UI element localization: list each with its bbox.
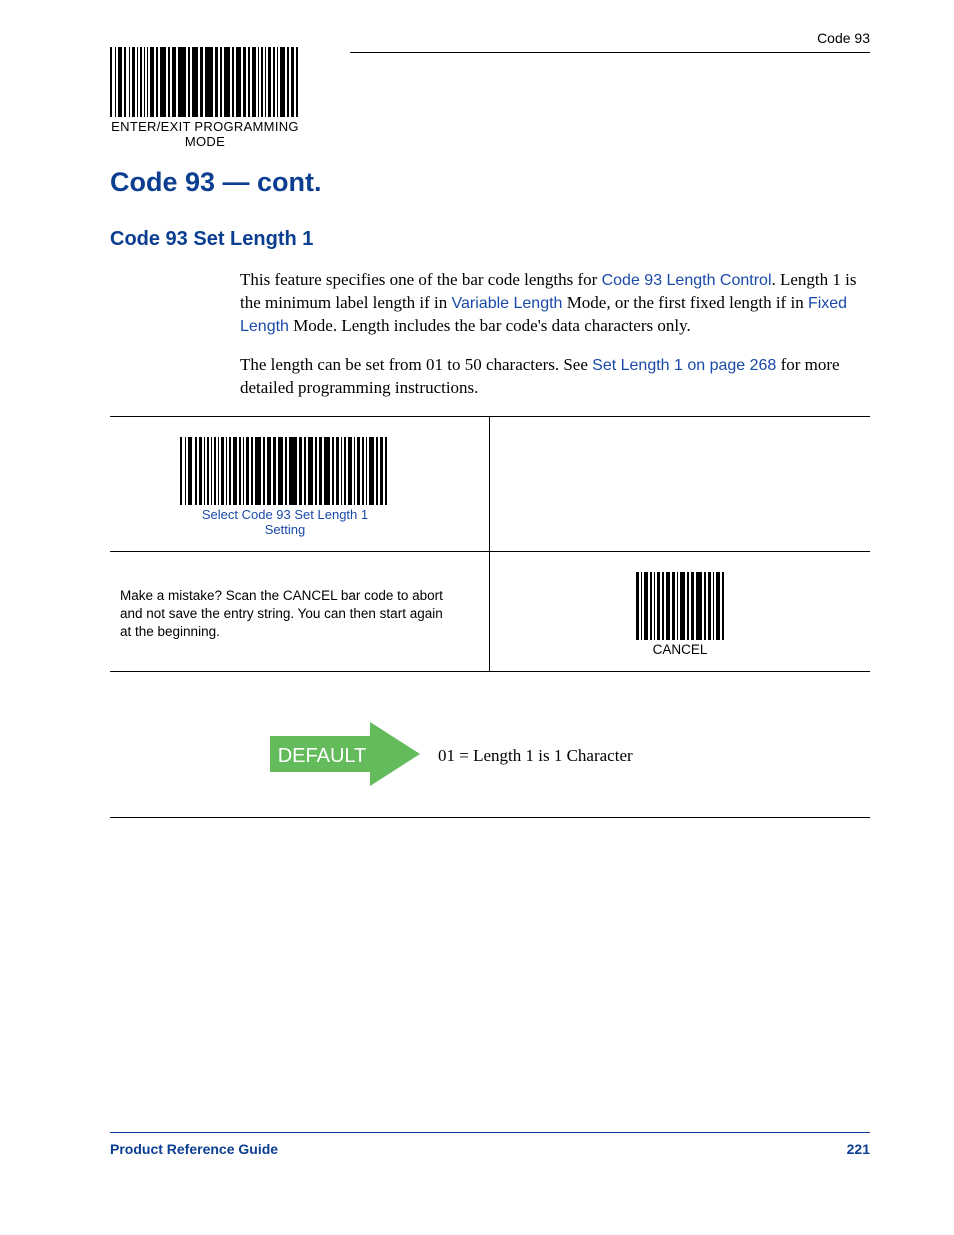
paragraph-1: This feature specifies one of the bar co… (240, 269, 870, 338)
paragraph-2: The length can be set from 01 to 50 char… (240, 354, 870, 400)
enter-exit-barcode-block: ENTER/EXIT PROGRAMMING MODE (110, 47, 300, 149)
barcode-icon (636, 572, 724, 640)
text: Mode. Length includes the bar code's dat… (289, 316, 691, 335)
text: This feature specifies one of the bar co… (240, 270, 602, 289)
enter-exit-label: ENTER/EXIT PROGRAMMING MODE (110, 119, 300, 149)
text: Mode, or the first fixed length if in (562, 293, 808, 312)
default-arrow-icon: DEFAULT (270, 722, 420, 791)
footer-left: Product Reference Guide (110, 1141, 278, 1157)
section-title: Code 93 Set Length 1 (110, 228, 870, 251)
link-variable-length[interactable]: Variable Length (452, 295, 563, 312)
default-row: DEFAULT 01 = Length 1 is 1 Character (110, 700, 870, 818)
text: The length can be set from 01 to 50 char… (240, 355, 592, 374)
barcode-icon (110, 47, 300, 117)
barcode-icon (180, 437, 390, 505)
header-rule (350, 52, 870, 53)
programming-table: Select Code 93 Set Length 1 Setting Make… (110, 416, 870, 672)
link-code93-length-control[interactable]: Code 93 Length Control (602, 272, 772, 289)
cancel-label: CANCEL (636, 642, 724, 657)
page-title: Code 93 — cont. (110, 167, 870, 198)
select-barcode-caption: Select Code 93 Set Length 1 Setting (180, 507, 390, 537)
link-set-length-1[interactable]: Set Length 1 on page 268 (592, 357, 776, 374)
default-badge-text: DEFAULT (278, 745, 367, 767)
page-footer: Product Reference Guide 221 (110, 1132, 870, 1157)
running-head: Code 93 (110, 30, 870, 46)
footer-page-number: 221 (847, 1141, 870, 1157)
mistake-text: Make a mistake? Scan the CANCEL bar code… (120, 587, 479, 642)
default-value: 01 = Length 1 is 1 Character (438, 746, 633, 766)
